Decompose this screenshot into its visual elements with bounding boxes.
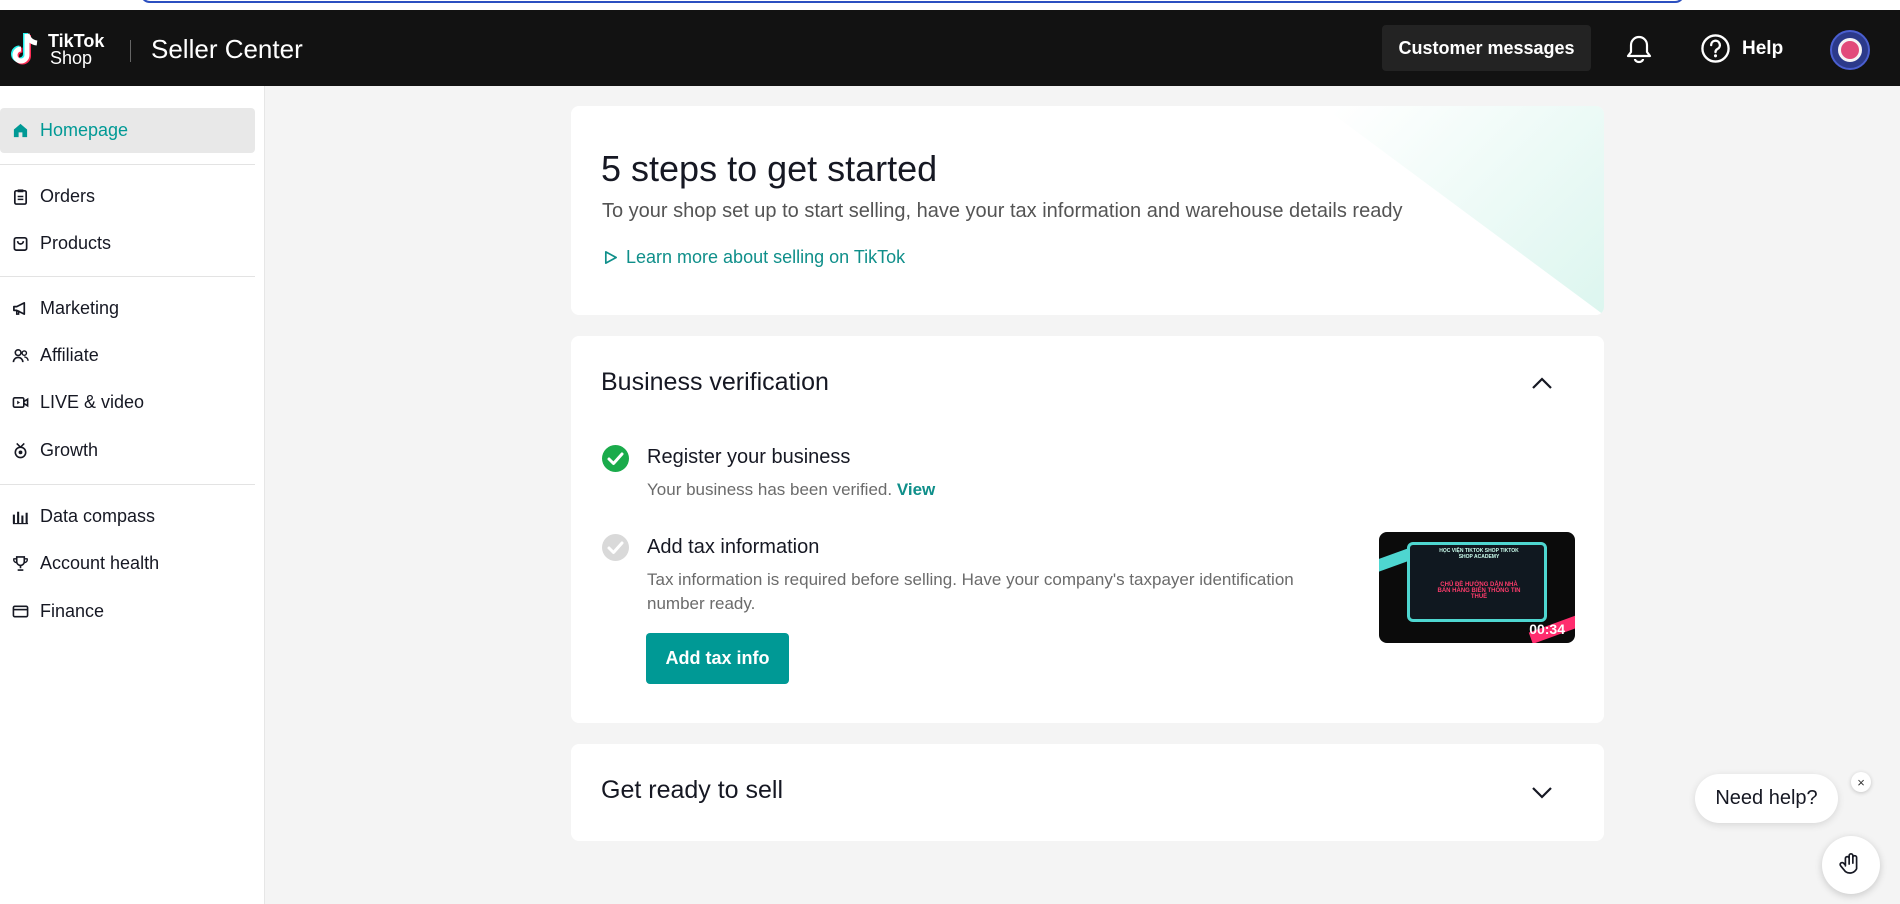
step-description: Tax information is required before selli… bbox=[647, 570, 1294, 613]
trophy-icon bbox=[13, 556, 28, 571]
support-chat-button[interactable] bbox=[1822, 836, 1880, 894]
getting-started-card: 5 steps to get started To your shop set … bbox=[571, 106, 1604, 315]
step-description-text: Your business has been verified. bbox=[647, 480, 893, 499]
check-circle-icon bbox=[602, 445, 629, 472]
need-help-bubble[interactable]: Need help? bbox=[1695, 774, 1838, 823]
people-icon bbox=[12, 349, 29, 363]
sidebar-divider bbox=[0, 164, 255, 165]
close-icon[interactable]: × bbox=[1851, 772, 1871, 792]
sidebar-divider bbox=[0, 276, 255, 277]
sidebar-item-homepage[interactable]: Homepage bbox=[0, 108, 255, 153]
medal-icon bbox=[14, 442, 27, 459]
app-title: Seller Center bbox=[151, 34, 303, 64]
sidebar-item-label: Orders bbox=[40, 186, 96, 206]
hero-title: 5 steps to get started bbox=[601, 148, 938, 189]
get-ready-title: Get ready to sell bbox=[601, 776, 784, 804]
sidebar-item-label: Products bbox=[40, 233, 112, 253]
avatar-image bbox=[1838, 38, 1862, 62]
sidebar-item-label: Homepage bbox=[40, 120, 129, 140]
customer-messages-button[interactable]: Customer messages bbox=[1382, 25, 1591, 71]
sidebar-item-label: Growth bbox=[40, 440, 99, 460]
megaphone-icon bbox=[13, 301, 26, 316]
learn-more-link[interactable]: Learn more about selling on TikTok bbox=[603, 247, 905, 268]
tiktok-logo-icon bbox=[11, 33, 38, 65]
sidebar-item-label: Affiliate bbox=[40, 345, 99, 365]
add-tax-info-button[interactable]: Add tax info bbox=[646, 633, 789, 684]
home-icon bbox=[13, 123, 28, 138]
sidebar-item-affiliate[interactable]: Affiliate bbox=[0, 333, 255, 378]
sidebar-item-label: Data compass bbox=[40, 506, 156, 526]
view-link[interactable]: View bbox=[897, 480, 935, 499]
video-topic: CHỦ ĐỀ HƯỚNG DẪN NHÀ BÁN HÀNG BIỂN THÔNG… bbox=[1437, 582, 1521, 600]
sidebar-divider bbox=[0, 484, 255, 485]
help-button[interactable]: Help bbox=[1700, 33, 1783, 64]
tutorial-video-thumbnail[interactable]: HỌC VIỆN TIKTOK SHOP TIKTOK SHOP ACADEMY… bbox=[1379, 532, 1575, 643]
pending-check-icon bbox=[602, 534, 629, 561]
sidebar-item-label: Marketing bbox=[40, 298, 120, 318]
bag-icon bbox=[13, 236, 28, 251]
chevron-down-icon[interactable] bbox=[1531, 786, 1553, 800]
user-avatar[interactable] bbox=[1830, 30, 1870, 70]
sidebar-item-account-health[interactable]: Account health bbox=[0, 541, 255, 586]
chevron-up-icon[interactable] bbox=[1531, 376, 1553, 390]
clipboard-icon bbox=[13, 189, 28, 205]
sidebar-item-growth[interactable]: Growth bbox=[0, 428, 255, 473]
business-verification-card: Business verification Register your busi… bbox=[571, 336, 1604, 723]
sidebar-item-label: Account health bbox=[40, 553, 160, 573]
sidebar-item-marketing[interactable]: Marketing bbox=[0, 286, 255, 331]
header-divider bbox=[130, 40, 131, 62]
sidebar-item-label: LIVE & video bbox=[40, 392, 145, 412]
sidebar-item-data-compass[interactable]: Data compass bbox=[0, 494, 255, 539]
step-title: Add tax information bbox=[647, 536, 820, 558]
help-circle-icon bbox=[1701, 34, 1730, 63]
tiktok-shop-logo[interactable]: TikTok Shop bbox=[8, 30, 104, 70]
video-duration: 00:34 bbox=[1529, 621, 1565, 637]
step-title: Register your business bbox=[647, 446, 851, 468]
browser-address-pill bbox=[140, 0, 1685, 3]
bell-icon[interactable] bbox=[1624, 34, 1654, 64]
video-icon bbox=[12, 396, 29, 409]
sidebar-item-live-video[interactable]: LIVE & video bbox=[0, 380, 255, 425]
help-label: Help bbox=[1742, 37, 1784, 59]
sidebar-item-products[interactable]: Products bbox=[0, 221, 255, 266]
play-outline-icon bbox=[604, 251, 617, 264]
bar-chart-icon bbox=[12, 511, 29, 525]
business-verification-title: Business verification bbox=[601, 368, 829, 396]
top-navigation-bar: TikTok Shop Seller Center Customer messa… bbox=[0, 10, 1900, 86]
sidebar-item-finance[interactable]: Finance bbox=[0, 589, 255, 634]
logo-text-shop: Shop bbox=[50, 48, 93, 68]
browser-top-strip bbox=[0, 0, 1900, 10]
sidebar-item-label: Finance bbox=[40, 601, 105, 621]
waving-hand-icon bbox=[1839, 852, 1858, 874]
sidebar-item-orders[interactable]: Orders bbox=[0, 174, 255, 219]
step-description: Your business has been verified. View bbox=[647, 478, 935, 502]
video-heading: HỌC VIỆN TIKTOK SHOP TIKTOK SHOP ACADEMY bbox=[1439, 548, 1519, 560]
hero-subtitle: To your shop set up to start selling, ha… bbox=[602, 200, 1403, 222]
sidebar: Homepage Orders Products Marketing Affil… bbox=[0, 86, 265, 904]
get-ready-to-sell-card[interactable]: Get ready to sell bbox=[571, 744, 1604, 841]
learn-more-label: Learn more about selling on TikTok bbox=[626, 247, 906, 267]
card-icon bbox=[12, 605, 29, 618]
